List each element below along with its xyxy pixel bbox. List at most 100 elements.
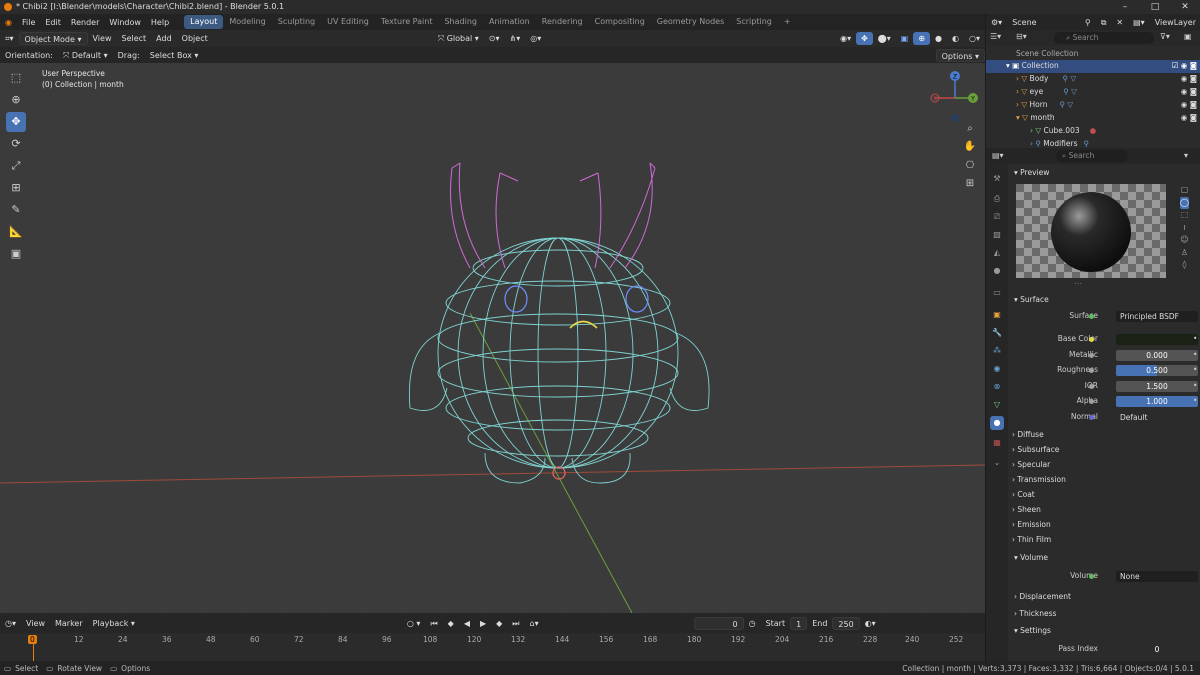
keyframe-dot-icon[interactable]: • (1193, 334, 1197, 343)
add-cube-tool-icon[interactable]: ▣ (6, 244, 26, 264)
3d-viewport[interactable] (0, 63, 985, 613)
surface-panel-header[interactable]: ▾ Surface (1014, 295, 1049, 304)
visibility-toggles[interactable]: ◉ ◙ (1181, 99, 1197, 112)
minimize-button[interactable]: – (1110, 0, 1140, 14)
select-menu[interactable]: Select (116, 32, 151, 45)
outliner-row-body[interactable]: › ▽ Body ⚲ ▽ ◉ ◙ (986, 73, 1200, 86)
timeline-view-menu[interactable]: View (21, 617, 50, 630)
material-tab-icon[interactable]: ● (990, 416, 1004, 430)
add-workspace-icon[interactable]: + (778, 15, 797, 29)
data-tab-icon[interactable]: ▽ (990, 398, 1004, 412)
tab-scripting[interactable]: Scripting (730, 15, 778, 29)
timeline-editor-icon[interactable]: ◷▾ (0, 617, 21, 630)
tab-sculpting[interactable]: Sculpting (272, 15, 321, 29)
keyframe-dot-icon[interactable]: • (1193, 350, 1197, 359)
viewlayer-icon[interactable]: ▤▾ (1128, 16, 1150, 29)
navigation-gizmo[interactable]: Z Y X (925, 68, 985, 128)
tab-texture-paint[interactable]: Texture Paint (375, 15, 439, 29)
scene-tab-icon[interactable]: ◭ (990, 246, 1004, 260)
preview-plane-icon[interactable]: ▢ (1180, 184, 1189, 197)
menu-window[interactable]: Window (104, 18, 146, 27)
play-icon[interactable]: ▶ (475, 617, 491, 630)
properties-options-icon[interactable]: ▾ (1184, 151, 1188, 160)
preview-fluid-icon[interactable]: ◊ (1180, 259, 1189, 272)
subsurface-subpanel[interactable]: › Subsurface (1012, 445, 1059, 454)
prev-keyframe-icon[interactable]: ◆ (443, 617, 459, 630)
next-keyframe-icon[interactable]: ◆ (491, 617, 507, 630)
constraints-tab-icon[interactable]: ⊗ (990, 380, 1004, 394)
current-frame-field[interactable]: 0 (693, 616, 744, 630)
more-tabs-icon[interactable]: ⌄ (990, 456, 1004, 470)
scene-icon[interactable]: ⚙▾ (986, 16, 1007, 29)
visibility-icon[interactable]: ◉▾ (835, 32, 856, 45)
delete-scene-icon[interactable]: ✕ (1111, 16, 1128, 29)
solid-shading-icon[interactable]: ● (930, 32, 947, 45)
alpha-field[interactable]: 1.000 (1116, 396, 1198, 407)
sheen-subpanel[interactable]: › Sheen (1012, 505, 1041, 514)
tab-animation[interactable]: Animation (483, 15, 536, 29)
pin-icon[interactable]: ⚲ (1080, 16, 1096, 29)
preview-cube-icon[interactable]: ⬚ (1180, 209, 1189, 222)
measure-tool-icon[interactable]: 📐 (6, 222, 26, 242)
base-color-swatch[interactable] (1116, 334, 1198, 345)
ior-field[interactable]: 1.500 (1116, 381, 1198, 392)
view-layer-tab-icon[interactable]: ▧ (990, 228, 1004, 242)
jump-end-icon[interactable]: ⏭ (507, 617, 524, 630)
add-menu[interactable]: Add (151, 32, 177, 45)
preview-hair-icon[interactable]: ≀ (1180, 222, 1189, 235)
output-tab-icon[interactable]: ⎚ (990, 210, 1004, 224)
displacement-panel-header[interactable]: › Displacement (1014, 592, 1071, 601)
surface-shader-field[interactable]: Principled BSDF (1116, 311, 1198, 322)
proportional-edit-icon[interactable]: ◎▾ (525, 32, 546, 45)
thickness-panel-header[interactable]: › Thickness (1014, 609, 1056, 618)
menu-render[interactable]: Render (66, 18, 104, 27)
rendered-shading-icon[interactable]: ○▾ (964, 32, 985, 45)
end-frame-field[interactable]: 250 (832, 616, 860, 630)
roughness-field[interactable]: 0.500 (1116, 365, 1198, 376)
move-tool-icon[interactable]: ✥ (6, 112, 26, 132)
outliner-row-month[interactable]: ▾ ▽ month ◉ ◙ (986, 112, 1200, 125)
annotate-tool-icon[interactable]: ✎ (6, 200, 26, 220)
preview-cloth-icon[interactable]: ♙ (1180, 247, 1189, 260)
play-reverse-icon[interactable]: ◀ (459, 617, 475, 630)
preview-resize-handle[interactable]: ⋯ (1074, 279, 1082, 288)
outliner-row-horn[interactable]: › ▽ Horn ⚲ ▽ ◉ ◙ (986, 99, 1200, 112)
keying-icon[interactable]: ○ ▾ (402, 617, 426, 630)
blender-menu-icon[interactable]: ◉ (0, 18, 17, 27)
perspective-toggle-icon[interactable]: ⊞ (963, 178, 977, 192)
world-tab-icon[interactable]: ● (990, 264, 1004, 278)
diffuse-subpanel[interactable]: › Diffuse (1012, 430, 1044, 439)
start-frame-field[interactable]: 1 (790, 616, 808, 630)
drag-dropdown[interactable]: Select Box ▾ (145, 49, 204, 62)
scale-tool-icon[interactable]: ⤢ (6, 156, 26, 176)
viewlayer-name[interactable]: ViewLayer (1150, 16, 1200, 29)
timeline-options-icon[interactable]: ◐▾ (860, 617, 881, 630)
wireframe-shading-icon[interactable]: ⊕ (913, 32, 931, 45)
outliner-search-input[interactable]: ⌕ Search (1054, 32, 1154, 44)
tool-tab-icon[interactable]: ⚒ (990, 172, 1004, 186)
outliner-editor-icon[interactable]: ☰▾ (990, 32, 1001, 41)
mode-dropdown[interactable]: Object Mode ▾ (18, 32, 88, 45)
new-collection-icon[interactable]: ▣ (1184, 32, 1192, 41)
coat-subpanel[interactable]: › Coat (1012, 490, 1035, 499)
zoom-icon[interactable]: ⌕ (963, 123, 977, 137)
transmission-subpanel[interactable]: › Transmission (1012, 475, 1066, 484)
properties-search-input[interactable]: ⌕ Search (1056, 150, 1128, 162)
snap-icon[interactable]: ⋔▾ (505, 32, 526, 45)
volume-shader-field[interactable]: None (1116, 571, 1198, 582)
visibility-toggles[interactable]: ◉ ◙ (1181, 86, 1197, 99)
tab-shading[interactable]: Shading (438, 15, 483, 29)
keyframe-dot-icon[interactable]: • (1193, 381, 1197, 390)
overlay-icon[interactable]: ⬤▾ (873, 32, 896, 45)
timeline-playback-menu[interactable]: Playback ▾ (88, 617, 140, 630)
tab-layout[interactable]: Layout (184, 15, 224, 29)
auto-key-icon[interactable]: ⌂▾ (524, 617, 543, 630)
view-menu[interactable]: View (88, 32, 117, 45)
menu-file[interactable]: File (17, 18, 40, 27)
outliner-row-eye[interactable]: › ▽ eye ⚲ ▽ ◉ ◙ (986, 86, 1200, 99)
menu-edit[interactable]: Edit (40, 18, 66, 27)
options-dropdown[interactable]: Options ▾ (935, 48, 985, 62)
physics-tab-icon[interactable]: ◉ (990, 362, 1004, 376)
render-tab-icon[interactable]: ⎙ (990, 192, 1004, 206)
display-mode-icon[interactable]: ⊟▾ (1016, 32, 1027, 41)
